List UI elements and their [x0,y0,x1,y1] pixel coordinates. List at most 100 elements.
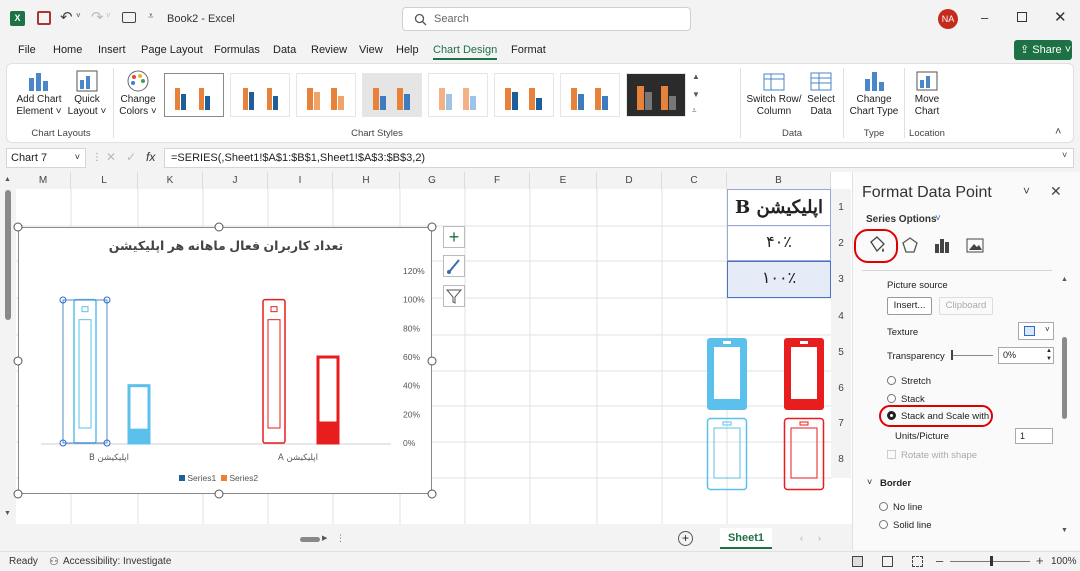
expand-formula-icon[interactable]: ˅ [1062,150,1067,160]
move-chart-button[interactable]: Move Chart [907,68,947,118]
transparency-slider[interactable] [951,355,993,356]
chart-style-4[interactable] [362,73,422,117]
zoom-out-icon[interactable]: – [936,553,943,568]
border-section-label[interactable]: Border [880,478,911,489]
hscroll-right-icon[interactable]: ▶ [322,534,327,542]
menu-home[interactable]: Home [53,44,82,56]
phone-image-blue-outline[interactable] [706,417,748,491]
menu-formulas[interactable]: Formulas [214,44,260,56]
chart-elements-plus-icon[interactable]: + [443,226,465,248]
stack-radio[interactable] [887,394,896,403]
sheet-nav-prev-icon[interactable]: ‹ [800,533,803,543]
col-header-d[interactable]: D [597,172,662,189]
restore-icon[interactable] [1017,12,1027,22]
effects-pentagon-icon[interactable] [901,236,919,254]
scroll-up-icon[interactable]: ▲ [4,176,11,183]
chart-style-7[interactable] [560,73,620,117]
chart-style-3[interactable] [296,73,356,117]
menu-help[interactable]: Help [396,44,419,56]
horizontal-scroll-thumb[interactable] [300,537,320,542]
select-data-button[interactable]: Select Data [804,68,838,118]
phone-image-red-filled[interactable] [783,337,825,411]
units-picture-input[interactable]: 1 [1015,428,1053,444]
zoom-level[interactable]: 100% [1051,556,1077,567]
collapse-ribbon-icon[interactable]: ˄ [1055,126,1061,138]
cancel-entry-icon[interactable]: ✕ [106,150,116,164]
tab-split-icon[interactable]: ⋮ [336,533,345,544]
chart-style-5[interactable] [428,73,488,117]
pane-scroll-up-icon[interactable]: ▲ [1061,276,1068,283]
stack-scale-label[interactable]: Stack and Scale with [901,411,989,422]
sheet-tab-sheet1[interactable]: Sheet1 [720,528,772,549]
stretch-label[interactable]: Stretch [901,376,931,387]
border-chevron-icon[interactable]: ˅ [867,477,872,487]
name-box[interactable]: Chart 7 ˅ [6,148,86,168]
row-header-7[interactable]: 7 [831,406,851,442]
series-options-label[interactable]: Series Options [866,214,937,225]
undo-dropdown-icon[interactable]: ˅ [76,11,81,20]
rotate-label[interactable]: Rotate with shape [901,450,977,461]
cell-b3[interactable]: ۱۰۰٪ [727,261,831,298]
phone-image-red-outline[interactable] [783,417,825,491]
chart-selection-handles[interactable] [12,221,440,501]
row-header-5[interactable]: 5 [831,335,851,371]
col-header-c[interactable]: C [662,172,727,189]
insert-function-icon[interactable]: fx [146,150,155,164]
menu-insert[interactable]: Insert [98,44,126,56]
col-header-h[interactable]: H [333,172,400,189]
menu-page-layout[interactable]: Page Layout [141,44,203,56]
insert-picture-button[interactable]: Insert... [887,297,932,315]
avatar[interactable]: NA [938,9,958,29]
col-header-m[interactable]: M [16,172,71,189]
no-line-radio[interactable] [879,502,888,511]
col-header-i[interactable]: I [268,172,333,189]
chart-style-2[interactable] [230,73,290,117]
row-header-8[interactable]: 8 [831,442,851,478]
pane-scroll-thumb[interactable] [1062,337,1067,419]
minimize-icon[interactable]: – [981,10,988,25]
fill-line-tab[interactable] [854,229,898,263]
page-break-view-icon[interactable] [912,556,923,567]
name-box-dropdown-icon[interactable]: ˅ [75,152,80,162]
menu-format[interactable]: Format [511,44,546,56]
row-header-3[interactable]: 3 [831,261,851,298]
redo-icon[interactable]: ↷ [91,8,104,26]
print-preview-icon[interactable] [122,12,136,23]
zoom-in-icon[interactable]: + [1036,553,1044,568]
row-header-2[interactable]: 2 [831,226,851,261]
accessibility-icon[interactable]: ⚇ [49,555,59,568]
formula-input[interactable]: =SERIES(,Sheet1!$A$1:$B$1,Sheet1!$A$3:$B… [164,148,1074,168]
close-icon[interactable]: ✕ [1054,8,1067,26]
cell-b1[interactable]: اپلیکیشن B [727,189,831,226]
cell-b2[interactable]: ۴۰٪ [727,226,831,261]
row-header-6[interactable]: 6 [831,371,851,406]
menu-file[interactable]: File [18,44,36,56]
row-header-4[interactable]: 4 [831,298,851,335]
change-chart-type-button[interactable]: Change Chart Type [847,68,901,118]
undo-icon[interactable]: ↶ [60,8,73,26]
series-options-bars-icon[interactable] [933,236,951,254]
redo-dropdown-icon[interactable]: ˅ [106,11,111,20]
col-header-j[interactable]: J [203,172,268,189]
confirm-entry-icon[interactable]: ✓ [126,150,136,164]
solid-line-radio[interactable] [879,520,888,529]
chart-style-8[interactable] [626,73,686,117]
col-header-e[interactable]: E [530,172,597,189]
menu-review[interactable]: Review [311,44,347,56]
save-icon[interactable] [37,11,51,25]
stretch-radio[interactable] [887,376,896,385]
stack-label[interactable]: Stack [901,394,925,405]
chart-styles-brush-icon[interactable] [443,255,465,277]
styles-scroll-down-icon[interactable]: ▼ [692,90,700,99]
stack-scale-radio[interactable] [887,411,896,420]
quick-layout-button[interactable]: Quick Layout ˅ [65,68,109,118]
no-line-label[interactable]: No line [893,502,923,513]
sheet-nav-next-icon[interactable]: › [818,533,821,543]
picture-icon[interactable] [966,236,984,254]
chart-filter-icon[interactable] [443,285,465,307]
transparency-spinner-icon[interactable]: ▲ ▼ [1046,347,1052,363]
status-accessibility[interactable]: Accessibility: Investigate [63,556,171,567]
add-sheet-icon[interactable]: + [678,531,693,546]
col-header-b[interactable]: B [727,172,831,189]
texture-dropdown[interactable]: ˅ [1018,322,1054,340]
